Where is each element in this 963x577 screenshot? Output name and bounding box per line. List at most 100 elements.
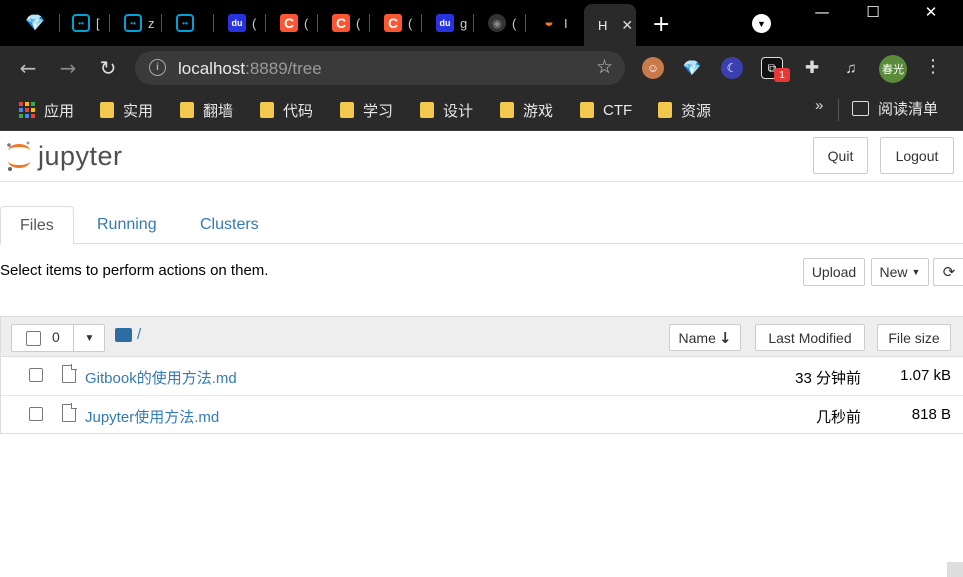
folder-icon xyxy=(100,102,114,118)
file-modified: 33 分钟前 xyxy=(795,370,861,387)
refresh-icon[interactable]: ⟳ xyxy=(933,258,963,286)
file-icon xyxy=(62,403,77,422)
reading-list-button[interactable]: 阅读清单 xyxy=(852,98,938,119)
folder-icon xyxy=(115,328,132,342)
file-size: 818 B xyxy=(911,406,951,423)
bilibili-icon: •• xyxy=(124,14,142,32)
tab-files[interactable]: Files xyxy=(0,206,74,245)
browser-tab[interactable]: ◉( xyxy=(474,8,526,38)
browser-tab[interactable]: C( xyxy=(266,8,318,38)
browser-tab-active[interactable]: H ✕ xyxy=(584,4,636,46)
csdn-icon: C xyxy=(332,14,350,32)
diamond-icon: 💎 xyxy=(25,15,45,32)
reload-icon[interactable]: ↻ xyxy=(95,55,121,81)
bookmark-folder[interactable]: 资源 xyxy=(658,98,711,122)
tab-strip: 💎 ••[ •• z •• du( C( C( C( du g ◉( ◒ I H ✕ +… xyxy=(0,0,963,46)
bookmarks-overflow-button[interactable]: » xyxy=(815,97,823,114)
file-name-link[interactable]: Jupyter使用方法.md xyxy=(85,406,219,427)
new-tab-button[interactable]: + xyxy=(652,12,670,37)
apps-icon xyxy=(19,102,35,118)
bookmark-folder[interactable]: CTF xyxy=(580,98,632,122)
reading-list-icon xyxy=(852,101,869,116)
site-info-icon[interactable]: i xyxy=(149,59,166,76)
sort-name-button[interactable]: Name ↓ xyxy=(669,324,741,351)
new-dropdown-button[interactable]: New ▼ xyxy=(871,258,929,286)
forward-icon[interactable]: → xyxy=(55,55,81,81)
file-list: 0 ▼ / Name ↓ Last Modified File size Gitb… xyxy=(0,316,963,434)
browser-tab[interactable]: C( xyxy=(318,8,370,38)
list-item[interactable]: Jupyter使用方法.md 几秒前 818 B xyxy=(1,395,963,433)
bookmark-folder[interactable]: 游戏 xyxy=(500,98,553,122)
sort-file-size-button[interactable]: File size xyxy=(877,324,951,351)
upload-button[interactable]: Upload xyxy=(803,258,865,286)
bookmark-star-icon[interactable]: ☆ xyxy=(596,56,613,78)
tab-running[interactable]: Running xyxy=(78,206,176,244)
bilibili-icon: •• xyxy=(176,14,194,32)
bilibili-icon: •• xyxy=(72,14,90,32)
folder-icon xyxy=(340,102,354,118)
extensions-puzzle-icon[interactable]: ✚ xyxy=(801,57,823,79)
arrow-down-icon: ↓ xyxy=(718,328,732,347)
bookmark-folder[interactable]: 学习 xyxy=(340,98,393,122)
row-checkbox[interactable] xyxy=(29,407,43,421)
folder-icon xyxy=(658,102,672,118)
extension-badge: 1 xyxy=(774,68,790,82)
bookmark-folder[interactable]: 代码 xyxy=(260,98,313,122)
profile-avatar[interactable]: 春光 xyxy=(879,55,907,83)
file-list-header: 0 ▼ / Name ↓ Last Modified File size xyxy=(1,317,963,357)
bookmarks-divider xyxy=(838,99,839,121)
row-checkbox[interactable] xyxy=(29,368,43,382)
address-bar[interactable]: i localhost:8889/tree ☆ xyxy=(135,51,625,85)
browser-menu-icon[interactable]: ⋮ xyxy=(924,56,942,77)
browser-tab[interactable]: •• xyxy=(162,8,214,38)
back-icon[interactable]: ← xyxy=(15,55,41,81)
browser-tab[interactable]: du( xyxy=(214,8,266,38)
bookmark-folder[interactable]: 实用 xyxy=(100,98,153,122)
breadcrumb-root[interactable]: / xyxy=(137,326,141,343)
bookmark-apps[interactable]: 应用 xyxy=(19,98,74,122)
folder-icon xyxy=(180,102,194,118)
extension-diamond-icon[interactable]: 💎 xyxy=(681,57,703,79)
baidu-icon: du xyxy=(228,14,246,32)
jupyter-tabs: Files Running Clusters xyxy=(0,206,963,245)
jupyter-logo[interactable]: jupyter xyxy=(5,139,123,173)
file-name-link[interactable]: Gitbook的使用方法.md xyxy=(85,367,237,388)
browser-toolbar: ← → ↻ i localhost:8889/tree ☆ ☺ 💎 ☾ ⧉ ✚ … xyxy=(0,46,963,90)
list-item[interactable]: Gitbook的使用方法.md 33 分钟前 1.07 kB xyxy=(1,357,963,395)
file-size: 1.07 kB xyxy=(900,367,951,384)
baidu-icon: du xyxy=(436,14,454,32)
select-all-checkbox[interactable] xyxy=(26,331,41,346)
github-icon: ◉ xyxy=(488,14,506,32)
close-window-button[interactable]: ✕ xyxy=(908,0,954,24)
browser-tab[interactable]: C( xyxy=(370,8,422,38)
media-control-icon[interactable]: ♫ xyxy=(840,57,862,79)
sort-last-modified-button[interactable]: Last Modified xyxy=(755,324,865,351)
scrollbar[interactable] xyxy=(947,562,963,577)
browser-tab[interactable]: du g xyxy=(422,8,474,38)
bookmark-folder[interactable]: 设计 xyxy=(420,98,473,122)
close-tab-icon[interactable]: ✕ xyxy=(621,17,633,34)
tab-clusters[interactable]: Clusters xyxy=(181,206,278,244)
extension-moon-icon[interactable]: ☾ xyxy=(721,57,743,79)
quit-button[interactable]: Quit xyxy=(813,137,868,174)
browser-tab[interactable]: ◒ I xyxy=(526,8,582,38)
jupyter-logo-icon xyxy=(7,141,30,171)
bookmark-folder[interactable]: 翻墙 xyxy=(180,98,233,122)
extension-avatar-icon[interactable]: ☺ xyxy=(642,57,664,79)
browser-tab[interactable]: •• z xyxy=(110,8,162,38)
folder-icon xyxy=(500,102,514,118)
logout-button[interactable]: Logout xyxy=(880,137,954,174)
jupyter-logo-text: jupyter xyxy=(38,140,123,171)
maximize-button[interactable]: ☐ xyxy=(850,0,896,24)
select-menu-caret-icon[interactable]: ▼ xyxy=(73,325,105,351)
file-icon xyxy=(62,364,77,383)
url-text[interactable]: localhost:8889/tree xyxy=(178,59,322,79)
browser-tab[interactable]: ••[ xyxy=(58,8,110,38)
folder-icon xyxy=(580,102,594,118)
jupyter-header: jupyter Quit Logout xyxy=(0,131,963,182)
browser-tab[interactable]: 💎 xyxy=(12,8,60,38)
minimize-button[interactable]: — xyxy=(799,0,845,24)
tab-search-icon[interactable]: ▼ xyxy=(752,14,771,33)
jupyter-icon: ◒ xyxy=(544,14,554,31)
selection-hint: Select items to perform actions on them. xyxy=(0,262,269,279)
